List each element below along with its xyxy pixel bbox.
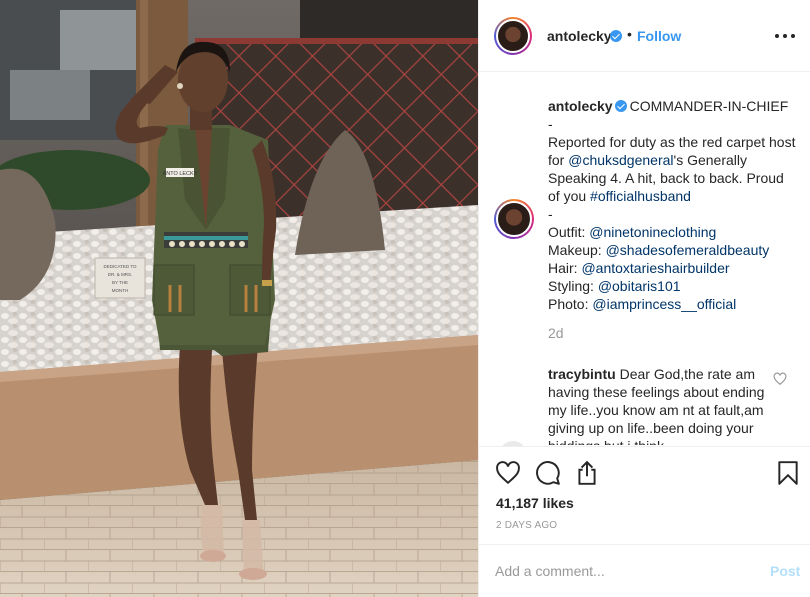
credit-link[interactable]: @ninetonineclothing xyxy=(589,224,716,240)
mention-link[interactable]: @chuksdgeneral xyxy=(568,152,673,168)
bookmark-icon[interactable] xyxy=(775,460,801,486)
profile-avatar[interactable] xyxy=(494,17,532,55)
verified-badge-icon xyxy=(610,30,622,42)
caption-verified-badge-icon xyxy=(614,100,627,112)
caption-dash: - xyxy=(548,206,553,222)
post-actions: 41,187 likes 2 DAYS AGO xyxy=(479,446,810,546)
credit-label: Hair: xyxy=(548,260,582,276)
plaque-line-1: DEDICATED TO xyxy=(103,264,137,269)
plaque-line-2: DR. & MRS. xyxy=(108,272,133,277)
share-icon[interactable] xyxy=(574,460,600,486)
comment-icon[interactable] xyxy=(535,460,561,486)
caption-title: COMMANDER-IN-CHIEF xyxy=(629,98,789,114)
post-date: 2 DAYS AGO xyxy=(496,520,558,531)
hashtag-link[interactable]: #officialhusband xyxy=(590,188,691,204)
post-photo[interactable]: DEDICATED TO DR. & MRS. BY THE MONTH ANT… xyxy=(0,0,478,597)
post-username[interactable]: antolecky xyxy=(547,28,612,44)
caption-avatar[interactable] xyxy=(494,199,534,239)
name-tag-text: ANTO LECKY xyxy=(163,171,198,177)
plaque-line-4: MONTH xyxy=(112,288,129,293)
post-header: antolecky • Follow xyxy=(479,0,810,72)
credit-link[interactable]: @iamprincess__official xyxy=(592,296,736,312)
comment-like-heart-icon[interactable] xyxy=(773,372,787,386)
comment-input[interactable] xyxy=(495,561,745,581)
credit-link[interactable]: @obitaris101 xyxy=(598,278,681,294)
credit-link[interactable]: @shadesofemeraldbeauty xyxy=(606,242,770,258)
credit-link[interactable]: @antoxtarieshairbuilder xyxy=(581,260,729,276)
follow-button[interactable]: Follow xyxy=(637,28,681,44)
like-count[interactable]: 41,187 likes xyxy=(496,495,574,511)
heart-icon[interactable] xyxy=(495,460,521,486)
post-caption: antolecky COMMANDER-IN-CHIEF - Reported f… xyxy=(548,97,798,313)
credit-label: Styling: xyxy=(548,278,598,294)
credit-label: Outfit: xyxy=(548,224,590,240)
post-comment-button[interactable]: Post xyxy=(770,563,800,579)
caption-timestamp[interactable]: 2d xyxy=(548,325,564,341)
separator-dot: • xyxy=(627,26,632,42)
caption-username[interactable]: antolecky xyxy=(548,98,613,114)
caption-dash: - xyxy=(548,116,553,132)
post-sidebar: antolecky • Follow antolecky COMMANDER-IN… xyxy=(478,0,810,597)
credit-label: Photo: xyxy=(548,296,593,312)
credit-label: Makeup: xyxy=(548,242,606,258)
comment-item: tracybintu Dear God,the rate am having t… xyxy=(548,365,768,445)
comment-username[interactable]: tracybintu xyxy=(548,366,616,382)
comment-form: Post xyxy=(479,544,810,597)
more-options-icon[interactable] xyxy=(775,25,797,45)
photo-illustration: DEDICATED TO DR. & MRS. BY THE MONTH ANT… xyxy=(0,0,478,597)
plaque-line-3: BY THE xyxy=(112,280,128,285)
